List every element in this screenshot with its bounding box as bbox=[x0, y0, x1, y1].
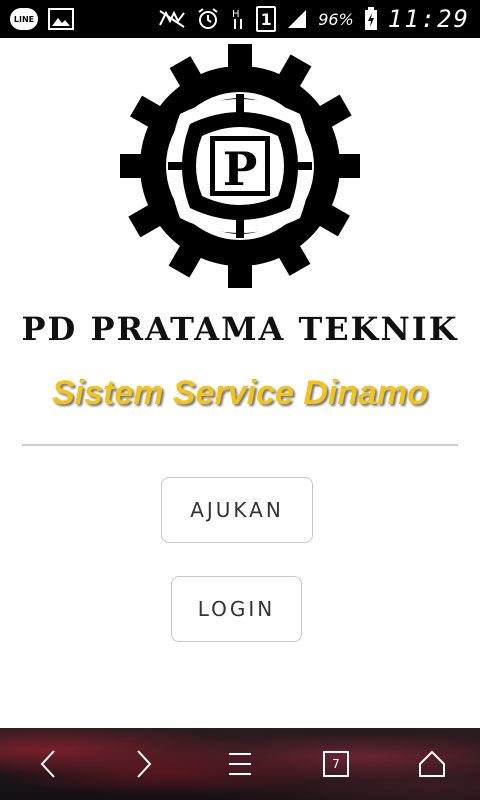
no-notification-icon bbox=[159, 10, 185, 28]
home-icon bbox=[419, 750, 445, 777]
data-transfer-icon: H bbox=[232, 9, 243, 29]
status-bar-right: H 1 96% 11:29 bbox=[158, 5, 470, 33]
chevron-right-icon bbox=[137, 750, 152, 778]
home-button[interactable] bbox=[402, 734, 462, 794]
line-app-icon: LINE bbox=[10, 8, 38, 30]
menu-button[interactable] bbox=[210, 734, 270, 794]
battery-charging-icon bbox=[364, 7, 377, 30]
sim-icon: 1 bbox=[256, 6, 277, 32]
svg-text:H: H bbox=[232, 9, 240, 20]
logo-letter: P bbox=[223, 142, 258, 196]
clock: 11:29 bbox=[387, 5, 470, 33]
tabs-button[interactable]: 7 bbox=[306, 734, 366, 794]
back-button[interactable] bbox=[18, 734, 78, 794]
hamburger-menu-icon bbox=[229, 753, 251, 775]
gear-logo-icon: P bbox=[120, 44, 360, 288]
signal-icon bbox=[288, 10, 307, 28]
alarm-icon bbox=[198, 8, 218, 29]
divider bbox=[22, 444, 458, 446]
battery-percent: 96% bbox=[318, 9, 354, 29]
status-bar-left: LINE bbox=[10, 8, 74, 30]
gallery-icon bbox=[48, 8, 74, 30]
status-bar: LINE H 1 96% 11:29 bbox=[0, 0, 480, 38]
forward-button[interactable] bbox=[114, 734, 174, 794]
tabs-count: 7 bbox=[323, 751, 349, 777]
app-subtitle: Sistem Service Dinamo bbox=[51, 374, 429, 412]
browser-nav-bar: 7 bbox=[0, 728, 480, 800]
login-button[interactable]: LOGIN bbox=[171, 576, 302, 642]
company-logo: P bbox=[120, 44, 360, 288]
chevron-left-icon bbox=[40, 750, 55, 778]
company-name: PD PRATAMA TEKNIK bbox=[21, 310, 459, 348]
ajukan-button[interactable]: AJUKAN bbox=[161, 477, 313, 543]
